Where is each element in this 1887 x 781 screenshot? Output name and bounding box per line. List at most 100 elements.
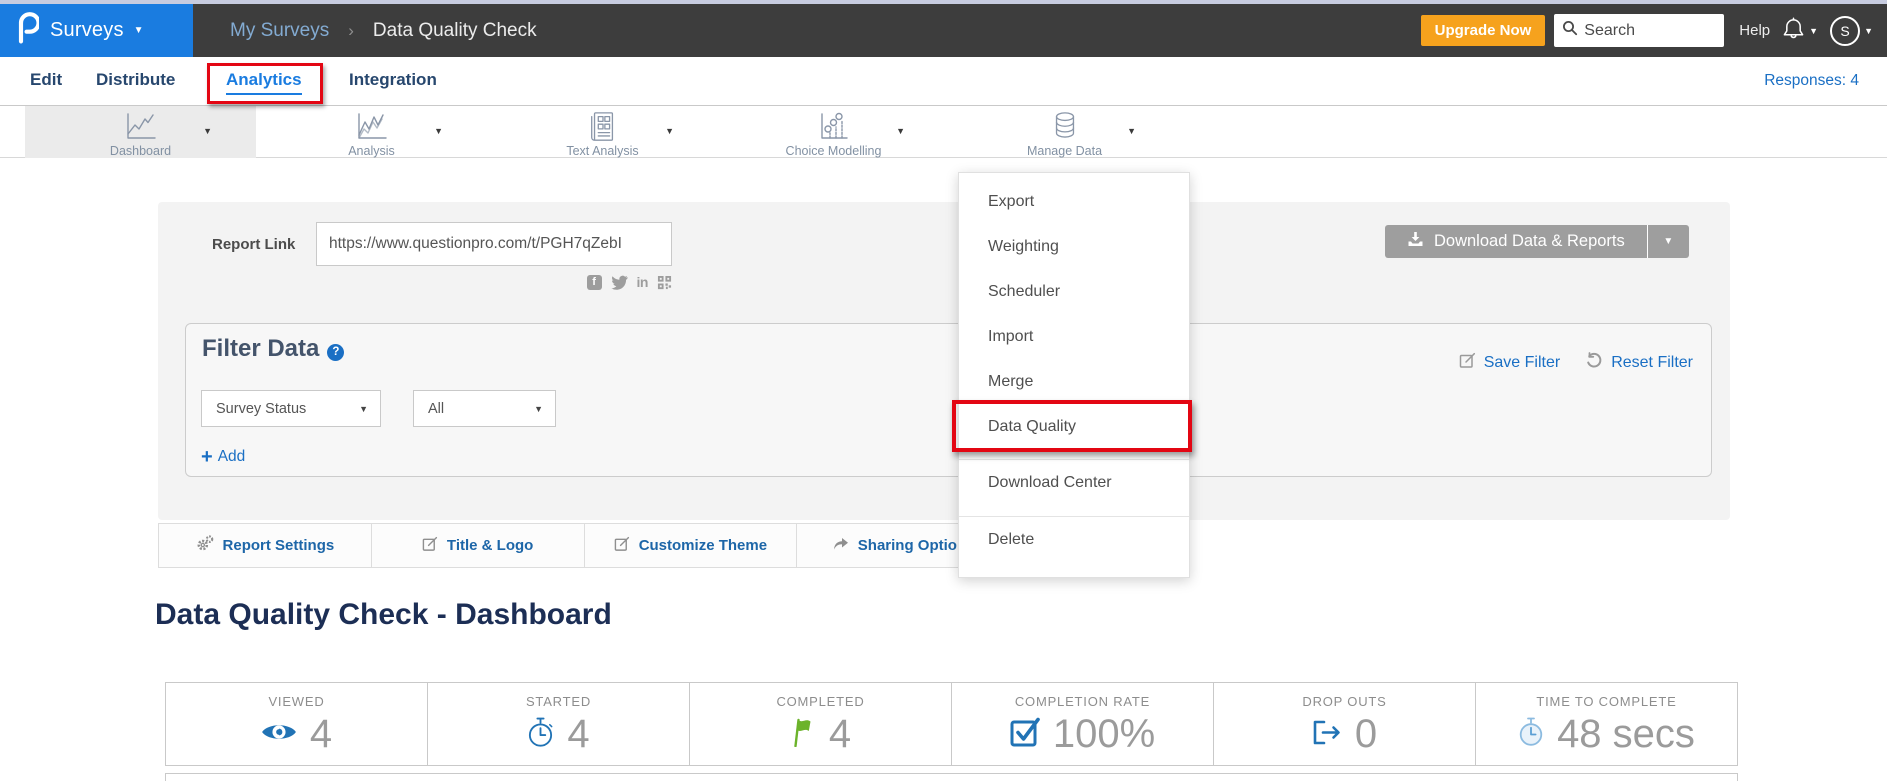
stat-label: DROP OUTS <box>1302 694 1386 709</box>
report-panel: Report Link f in <box>158 202 1730 520</box>
stat-label: COMPLETION RATE <box>1015 694 1150 709</box>
search-box[interactable] <box>1554 14 1724 47</box>
menu-item-scheduler[interactable]: Scheduler <box>959 269 1189 314</box>
stat-value: 4 <box>829 712 851 757</box>
chevron-down-icon[interactable]: ▼ <box>896 126 905 136</box>
product-menu-label: Surveys <box>50 19 124 42</box>
next-panel-edge <box>165 773 1738 781</box>
page-title: Data Quality Check - Dashboard <box>155 598 612 632</box>
report-link-label: Report Link <box>212 236 295 253</box>
responses-count[interactable]: Responses: 4 <box>1764 72 1859 90</box>
edit-pencil-icon <box>614 536 630 556</box>
menu-item-delete[interactable]: Delete <box>959 517 1189 563</box>
survey-tab-bar: Edit Distribute Analytics Integration Re… <box>0 57 1887 106</box>
filter-field-value: Survey Status <box>216 401 306 417</box>
title-logo-button[interactable]: Title & Logo <box>372 524 585 567</box>
account-menu[interactable]: S ▼ <box>1830 16 1873 46</box>
stat-label: TIME TO COMPLETE <box>1536 694 1676 709</box>
edit-pencil-icon <box>1459 352 1476 374</box>
analytics-toolbar: ▼ Dashboard ▼ Analysis <box>0 106 1887 158</box>
chevron-down-icon[interactable]: ▼ <box>1127 126 1136 136</box>
download-data-reports-button[interactable]: Download Data & Reports <box>1385 225 1648 258</box>
breadcrumb-current-survey: Data Quality Check <box>373 20 537 42</box>
product-menu[interactable]: Surveys ▼ <box>0 4 193 57</box>
download-data-reports-group: Download Data & Reports ▼ <box>1385 225 1689 258</box>
toolbar-item-label: Text Analysis <box>566 144 638 158</box>
report-link-input[interactable] <box>316 222 672 266</box>
filter-actions: Save Filter Reset Filter <box>1459 352 1693 374</box>
add-filter-button[interactable]: + Add <box>201 448 245 466</box>
tab-distribute[interactable]: Distribute <box>96 70 175 90</box>
customize-theme-button[interactable]: Customize Theme <box>585 524 798 567</box>
tab-integration[interactable]: Integration <box>349 70 437 90</box>
menu-item-download-center[interactable]: Download Center <box>959 460 1189 506</box>
stat-value: 0 <box>1355 712 1377 757</box>
help-link[interactable]: Help <box>1739 22 1770 39</box>
upgrade-now-button[interactable]: Upgrade Now <box>1421 15 1546 46</box>
toolbar-item-choice-modelling[interactable]: ▼ Choice Modelling <box>718 106 949 158</box>
linkedin-icon[interactable]: in <box>637 274 648 290</box>
stat-completion-rate: COMPLETION RATE 100% <box>952 683 1214 765</box>
chevron-down-icon[interactable]: ▼ <box>203 126 212 136</box>
line-chart-icon <box>123 111 159 143</box>
breadcrumb-my-surveys[interactable]: My Surveys <box>230 20 329 42</box>
avatar: S <box>1830 16 1860 46</box>
breadcrumb: My Surveys › Data Quality Check <box>230 4 537 57</box>
save-filter-button[interactable]: Save Filter <box>1459 352 1560 374</box>
twitter-icon[interactable] <box>611 275 628 290</box>
settings-item-label: Title & Logo <box>447 537 533 554</box>
toolbar-item-manage-data[interactable]: ▼ Manage Data <box>949 106 1180 158</box>
filter-value-dropdown[interactable]: All ▼ <box>413 390 556 427</box>
stat-value: 4 <box>567 712 589 757</box>
topbar-right-cluster: Upgrade Now Help ▼ <box>1421 4 1873 57</box>
settings-item-label: Sharing Options <box>858 537 975 554</box>
notifications-menu[interactable]: ▼ <box>1783 17 1818 45</box>
toolbar-item-dashboard[interactable]: ▼ Dashboard <box>25 106 256 158</box>
menu-item-merge[interactable]: Merge <box>959 359 1189 404</box>
stat-value: 100% <box>1053 712 1155 757</box>
toolbar-item-analysis[interactable]: ▼ Analysis <box>256 106 487 158</box>
trend-lines-icon <box>354 111 390 143</box>
menu-item-weighting[interactable]: Weighting <box>959 224 1189 269</box>
chevron-down-icon[interactable]: ▼ <box>665 126 674 136</box>
questionpro-logo-icon <box>15 12 39 49</box>
menu-item-import[interactable]: Import <box>959 314 1189 359</box>
top-navigation-bar: Surveys ▼ My Surveys › Data Quality Chec… <box>0 4 1887 57</box>
checkbox-checked-icon <box>1010 717 1040 752</box>
tab-analytics[interactable]: Analytics <box>226 70 302 95</box>
toolbar-item-label: Dashboard <box>110 144 171 158</box>
stat-label: STARTED <box>526 694 591 709</box>
questionpro-analytics-screen: Surveys ▼ My Surveys › Data Quality Chec… <box>0 0 1887 781</box>
download-options-caret-button[interactable]: ▼ <box>1648 225 1689 258</box>
download-button-label: Download Data & Reports <box>1434 232 1625 251</box>
newspaper-icon <box>588 111 618 143</box>
filter-data-panel: Filter Data ? Survey Status ▼ All ▼ + Ad… <box>185 323 1712 477</box>
search-input[interactable] <box>1584 22 1712 40</box>
gears-icon <box>196 535 214 556</box>
flag-icon <box>790 717 816 752</box>
search-icon <box>1562 20 1578 41</box>
reset-filter-button[interactable]: Reset Filter <box>1586 352 1693 374</box>
download-icon <box>1407 231 1424 252</box>
eye-icon <box>261 720 297 749</box>
tab-edit[interactable]: Edit <box>30 70 62 90</box>
toolbar-item-text-analysis[interactable]: ▼ Text Analysis <box>487 106 718 158</box>
chevron-down-icon: ▼ <box>1864 26 1873 36</box>
reset-filter-label: Reset Filter <box>1611 354 1693 372</box>
share-arrow-icon <box>832 536 849 555</box>
qr-code-icon[interactable] <box>657 275 672 290</box>
filter-field-dropdown[interactable]: Survey Status ▼ <box>201 390 381 427</box>
chevron-down-icon: ▼ <box>1809 26 1818 36</box>
menu-item-data-quality[interactable]: Data Quality <box>959 404 1189 449</box>
report-settings-button[interactable]: Report Settings <box>159 524 372 567</box>
add-filter-label: Add <box>218 448 246 466</box>
facebook-icon[interactable]: f <box>587 275 602 290</box>
stat-started: STARTED 4 <box>428 683 690 765</box>
chevron-down-icon: ▼ <box>359 404 368 414</box>
manage-data-menu: Export Weighting Scheduler Import Merge … <box>958 172 1190 578</box>
toolbar-item-label: Analysis <box>348 144 395 158</box>
chevron-down-icon[interactable]: ▼ <box>434 126 443 136</box>
menu-item-export[interactable]: Export <box>959 179 1189 224</box>
help-circle-icon[interactable]: ? <box>327 344 344 361</box>
settings-item-label: Report Settings <box>223 537 335 554</box>
